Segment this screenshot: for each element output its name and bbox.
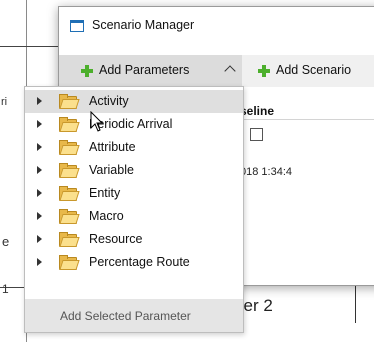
dropdown-item-label: Entity bbox=[89, 186, 121, 200]
plus-icon bbox=[258, 65, 270, 77]
window-icon bbox=[70, 20, 84, 32]
folder-icon bbox=[59, 117, 80, 132]
date-cell: 018 1:34:4 bbox=[240, 166, 292, 178]
window-title: Scenario Manager bbox=[92, 18, 195, 32]
folder-icon bbox=[59, 232, 80, 247]
caret-up-icon bbox=[224, 65, 236, 77]
folder-icon bbox=[59, 186, 80, 201]
expand-arrow-icon[interactable] bbox=[37, 120, 42, 128]
folder-icon bbox=[59, 209, 80, 224]
add-selected-parameter-label: Add Selected Parameter bbox=[60, 309, 191, 323]
expand-arrow-icon[interactable] bbox=[37, 97, 42, 105]
folder-icon bbox=[59, 255, 80, 270]
canvas-text-fragment: ri bbox=[1, 96, 8, 108]
title-bar[interactable]: Scenario Manager bbox=[59, 7, 374, 45]
toolbar: Add Parameters Add Scenario bbox=[59, 55, 374, 87]
canvas-text-fragment: 1 bbox=[2, 282, 9, 296]
expand-arrow-icon[interactable] bbox=[37, 189, 42, 197]
dropdown-item-label: Variable bbox=[89, 163, 134, 177]
dropdown-item-label: Attribute bbox=[89, 140, 136, 154]
expand-arrow-icon[interactable] bbox=[37, 258, 42, 266]
add-parameters-label: Add Parameters bbox=[99, 63, 190, 77]
diagram-shape[interactable] bbox=[355, 282, 374, 323]
baseline-column-header[interactable]: seline bbox=[240, 104, 274, 118]
dropdown-item[interactable]: Attribute bbox=[25, 136, 243, 159]
dropdown-item[interactable]: Entity bbox=[25, 182, 243, 205]
dropdown-item-label: Macro bbox=[89, 209, 124, 223]
dropdown-item[interactable]: Macro bbox=[25, 205, 243, 228]
add-scenario-label: Add Scenario bbox=[276, 63, 352, 77]
dropdown-item[interactable]: Periodic Arrival bbox=[25, 113, 243, 136]
folder-icon bbox=[59, 94, 80, 109]
dropdown-item-label: Percentage Route bbox=[89, 255, 190, 269]
dropdown-item-label: Activity bbox=[89, 94, 129, 108]
plus-icon bbox=[81, 65, 93, 77]
dropdown-item[interactable]: Percentage Route bbox=[25, 251, 243, 274]
add-parameters-button[interactable]: Add Parameters bbox=[59, 55, 242, 87]
dropdown-item[interactable]: Resource bbox=[25, 228, 243, 251]
folder-icon bbox=[59, 163, 80, 178]
expand-arrow-icon[interactable] bbox=[37, 212, 42, 220]
folder-icon bbox=[59, 140, 80, 155]
expand-arrow-icon[interactable] bbox=[37, 166, 42, 174]
dropdown-item[interactable]: Variable bbox=[25, 159, 243, 182]
canvas-divider bbox=[0, 46, 58, 47]
dropdown-item[interactable]: Activity bbox=[25, 90, 243, 113]
add-selected-parameter-button[interactable]: Add Selected Parameter bbox=[25, 299, 243, 332]
grid-divider bbox=[240, 119, 374, 120]
mouse-pointer-icon bbox=[90, 111, 104, 132]
expand-arrow-icon[interactable] bbox=[37, 143, 42, 151]
add-scenario-button[interactable]: Add Scenario bbox=[248, 55, 374, 87]
baseline-checkbox[interactable] bbox=[250, 128, 263, 141]
add-parameters-dropdown: Percentage Route Resource Macro Entity Varia… bbox=[24, 86, 244, 333]
dropdown-item-label: Resource bbox=[89, 232, 143, 246]
expand-arrow-icon[interactable] bbox=[37, 235, 42, 243]
canvas-text-fragment: e bbox=[2, 234, 10, 249]
